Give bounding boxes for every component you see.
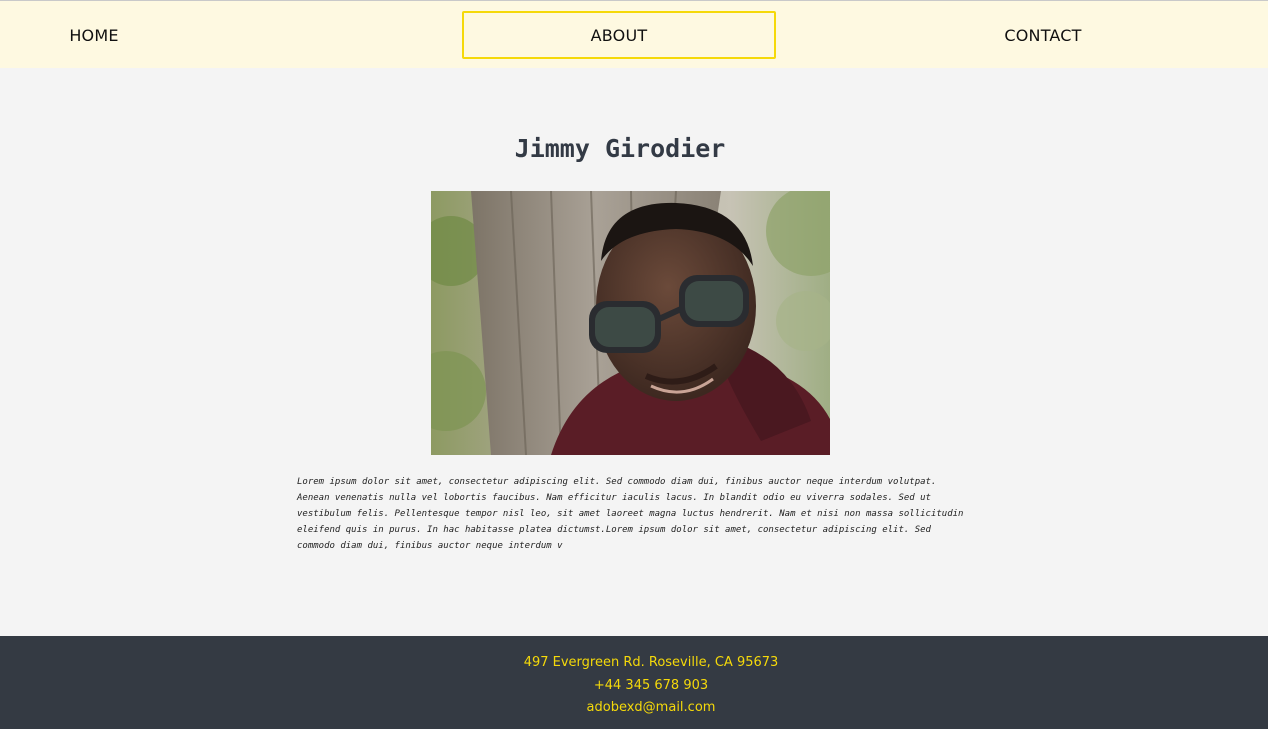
top-navigation: HOME ABOUT CONTACT	[0, 1, 1268, 68]
footer-address: 497 Evergreen Rd. Roseville, CA 95673	[523, 655, 779, 670]
profile-photo	[431, 191, 830, 455]
footer: 497 Evergreen Rd. Roseville, CA 95673 +4…	[0, 636, 1268, 729]
bio-text: Lorem ipsum dolor sit amet, consectetur …	[297, 477, 964, 551]
footer-email[interactable]: adobexd@mail.com	[0, 700, 1268, 715]
profile-name: Jimmy Girodier	[514, 134, 726, 163]
nav-home-link[interactable]: HOME	[40, 11, 148, 59]
nav-about-link[interactable]: ABOUT	[462, 11, 776, 59]
nav-contact-link[interactable]: CONTACT	[982, 11, 1104, 59]
footer-phone[interactable]: +44 345 678 903	[0, 678, 1268, 693]
